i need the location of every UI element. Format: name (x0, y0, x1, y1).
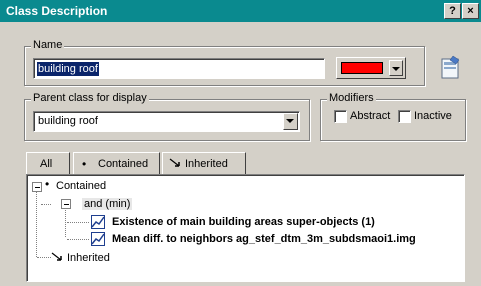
document-icon (441, 55, 460, 79)
collapse-icon[interactable] (61, 199, 71, 209)
collapse-icon[interactable] (32, 182, 42, 192)
tree-view[interactable]: • Contained and (min) Existence of main … (26, 174, 465, 282)
help-button[interactable]: ? (444, 3, 461, 19)
window-title: Class Description (6, 4, 108, 18)
class-icon-button[interactable] (436, 54, 464, 82)
inherit-arrow-icon (169, 158, 180, 167)
tab-contained[interactable]: • Contained (73, 152, 160, 175)
tree-node-inherited[interactable]: Inherited (67, 252, 110, 264)
bullet-icon: • (82, 157, 87, 171)
title-bar: Class Description ? × (0, 0, 481, 22)
inactive-label: Inactive (414, 110, 452, 122)
name-group-label: Name (31, 39, 65, 51)
feature-chart-icon (91, 215, 105, 229)
parent-class-dropdown-button[interactable] (283, 113, 298, 130)
tree-line (67, 222, 89, 223)
tree-line (36, 187, 37, 257)
class-description-dialog: Class Description ? × Name building roof… (0, 0, 481, 286)
tree-node-contained[interactable]: Contained (56, 180, 106, 192)
bullet-icon: • (45, 177, 50, 191)
abstract-label: Abstract (350, 110, 391, 122)
chevron-down-icon (286, 119, 294, 123)
tree-item-existence[interactable]: Existence of main building areas super-o… (112, 216, 375, 228)
modifiers-group-label: Modifiers (327, 92, 376, 104)
tree-line (41, 204, 51, 205)
parent-class-value: building roof (38, 115, 98, 127)
name-input-value: building roof (37, 62, 99, 76)
tab-inherited[interactable]: Inherited (162, 152, 246, 175)
inactive-checkbox[interactable] (398, 110, 411, 123)
color-dropdown-button[interactable] (389, 60, 403, 76)
parent-class-select[interactable]: building roof (33, 111, 300, 132)
name-input[interactable]: building roof (33, 58, 325, 79)
tree-line (65, 205, 66, 237)
color-picker[interactable] (336, 57, 406, 79)
tree-node-and-min[interactable]: and (min) (82, 198, 133, 210)
tab-all[interactable]: All (26, 152, 70, 175)
tree-line (37, 257, 51, 258)
chevron-down-icon (392, 67, 400, 71)
tab-all-label: All (40, 158, 53, 170)
color-swatch (341, 62, 383, 74)
tree-line (67, 239, 89, 240)
parent-class-group-label: Parent class for display (31, 92, 149, 104)
abstract-checkbox[interactable] (334, 110, 347, 123)
feature-chart-icon (91, 232, 105, 246)
tab-contained-label: Contained (98, 158, 149, 170)
close-button[interactable]: × (462, 3, 479, 19)
tab-inherited-label: Inherited (185, 158, 228, 170)
tree-item-mean-diff[interactable]: Mean diff. to neighbors ag_stef_dtm_3m_s… (112, 233, 416, 245)
inherit-arrow-icon (51, 252, 62, 261)
